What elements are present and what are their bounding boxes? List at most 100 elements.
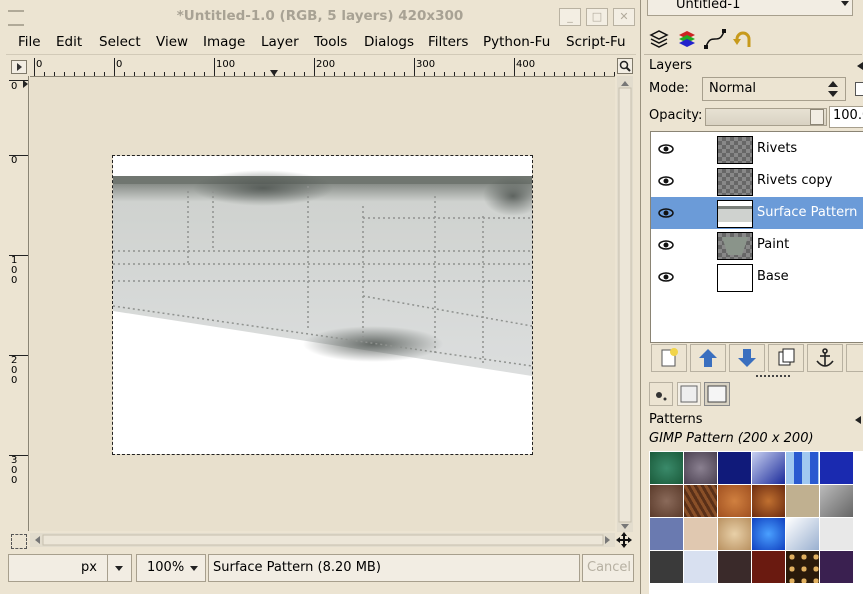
pattern-swatch[interactable] xyxy=(718,518,751,550)
menubar: File Edit Select View Image Layer Tools … xyxy=(6,30,636,55)
layer-row-rivets[interactable]: Rivets xyxy=(651,133,863,165)
pattern-swatch[interactable] xyxy=(752,485,785,517)
pattern-swatch[interactable] xyxy=(786,518,819,550)
pattern-swatch[interactable] xyxy=(820,452,853,484)
layer-name: Base xyxy=(757,269,789,284)
cancel-button[interactable]: Cancel xyxy=(582,554,634,582)
pattern-swatch[interactable] xyxy=(786,452,819,484)
menu-file[interactable]: File xyxy=(18,34,41,50)
pattern-swatch[interactable] xyxy=(752,551,785,583)
eye-icon[interactable] xyxy=(658,173,674,189)
pattern-swatch[interactable] xyxy=(752,518,785,550)
layer-thumbnail xyxy=(717,168,753,196)
canvas-menu-button[interactable] xyxy=(11,60,27,74)
undo-icon xyxy=(733,31,751,47)
zoom-navigate-button[interactable] xyxy=(617,58,633,74)
pattern-swatch[interactable] xyxy=(684,551,717,583)
pattern-swatch[interactable] xyxy=(820,518,853,550)
menu-dialogs[interactable]: Dialogs xyxy=(364,34,414,50)
image-menu[interactable]: Untitled-1 xyxy=(647,0,853,16)
title-bar[interactable]: *Untitled-1.0 (RGB, 5 layers) 420x300 _ … xyxy=(0,0,640,32)
up-down-arrows-icon xyxy=(828,81,838,97)
horizontal-scrollbar[interactable] xyxy=(30,533,615,547)
pattern-swatch[interactable] xyxy=(650,551,683,583)
eye-icon[interactable] xyxy=(658,269,674,285)
menu-layer[interactable]: Layer xyxy=(261,34,299,50)
menu-view[interactable]: View xyxy=(156,34,188,50)
duplicate-icon xyxy=(778,348,795,366)
pattern-swatch[interactable] xyxy=(684,518,717,550)
menu-filters[interactable]: Filters xyxy=(428,34,468,50)
layer-row-surface-pattern[interactable]: Surface Pattern xyxy=(651,197,863,229)
tab-channels[interactable] xyxy=(675,27,699,51)
pattern-swatch[interactable] xyxy=(650,518,683,550)
arrow-up-icon xyxy=(699,349,717,367)
delete-layer-button[interactable] xyxy=(846,344,863,372)
mode-select[interactable]: Normal xyxy=(702,77,846,101)
zoom-select[interactable]: 100% xyxy=(136,554,206,582)
layer-row-paint[interactable]: Paint xyxy=(651,229,863,261)
new-layer-button[interactable] xyxy=(651,344,687,372)
pattern-swatch[interactable] xyxy=(820,551,853,583)
pattern-swatch[interactable] xyxy=(718,452,751,484)
eye-icon[interactable] xyxy=(658,237,674,253)
layer-row-rivets-copy[interactable]: Rivets copy xyxy=(651,165,863,197)
layers-icon xyxy=(649,30,669,48)
menu-tools[interactable]: Tools xyxy=(314,34,347,50)
layer-name: Rivets xyxy=(757,141,798,156)
opacity-field[interactable]: 100.0 xyxy=(829,106,863,128)
anchor-icon xyxy=(816,348,834,367)
tab-layers[interactable] xyxy=(647,27,671,51)
dock-separator-grip[interactable] xyxy=(756,375,790,380)
eye-icon[interactable] xyxy=(658,205,674,221)
horizontal-ruler[interactable]: 0 0 100 200 300 400 xyxy=(30,58,615,77)
vertical-scrollbar[interactable] xyxy=(617,76,633,532)
opacity-label: Opacity: xyxy=(649,108,703,123)
pattern-swatch[interactable] xyxy=(786,485,819,517)
zoom-value: 100% xyxy=(147,560,185,575)
duplicate-layer-button[interactable] xyxy=(768,344,804,372)
arrow-right-icon xyxy=(17,63,22,71)
tab-paths[interactable] xyxy=(703,27,727,51)
raise-layer-button[interactable] xyxy=(690,344,726,372)
window-title: *Untitled-1.0 (RGB, 5 layers) 420x300 xyxy=(176,8,464,24)
brush-icon xyxy=(656,392,667,401)
menu-python-fu[interactable]: Python-Fu xyxy=(483,34,550,50)
pattern-swatch[interactable] xyxy=(650,452,683,484)
dock-menu-arrow-icon[interactable] xyxy=(853,414,863,424)
menu-image[interactable]: Image xyxy=(203,34,245,50)
pattern-swatch[interactable] xyxy=(684,485,717,517)
opacity-slider-handle[interactable] xyxy=(810,109,824,125)
lower-layer-button[interactable] xyxy=(729,344,765,372)
vertical-ruler[interactable]: 0 0 100 200 300 xyxy=(9,76,29,531)
pattern-swatch[interactable] xyxy=(718,551,751,583)
eye-icon[interactable] xyxy=(658,141,674,157)
tab-brushes[interactable] xyxy=(649,382,673,406)
menu-script-fu[interactable]: Script-Fu xyxy=(566,34,626,50)
tab-gradients[interactable] xyxy=(704,382,730,406)
maximize-button[interactable]: □ xyxy=(586,8,608,26)
image-canvas[interactable] xyxy=(112,155,543,455)
menu-edit[interactable]: Edit xyxy=(56,34,82,50)
tab-patterns[interactable] xyxy=(677,382,701,406)
quick-mask-toggle[interactable] xyxy=(11,534,27,549)
opacity-slider[interactable] xyxy=(705,108,827,126)
unit-dropdown[interactable] xyxy=(107,555,130,581)
anchor-layer-button[interactable] xyxy=(807,344,843,372)
pattern-swatch[interactable] xyxy=(684,452,717,484)
close-button[interactable]: ✕ xyxy=(613,8,635,26)
dock-menu-arrow-icon[interactable] xyxy=(855,60,863,70)
pattern-swatch[interactable] xyxy=(718,485,751,517)
pattern-swatch[interactable] xyxy=(650,485,683,517)
lock-checkbox[interactable] xyxy=(855,82,863,96)
minimize-button[interactable]: _ xyxy=(559,8,581,26)
pattern-swatch[interactable] xyxy=(820,485,853,517)
layer-row-base[interactable]: Base xyxy=(651,261,863,293)
pattern-swatch[interactable] xyxy=(752,452,785,484)
menu-select[interactable]: Select xyxy=(99,34,141,50)
layer-name: Paint xyxy=(757,237,790,252)
pattern-swatch[interactable] xyxy=(786,551,819,583)
current-pattern-name: GIMP Pattern (200 x 200) xyxy=(649,431,814,446)
tab-undo-history[interactable] xyxy=(731,27,755,51)
navigate-icon[interactable] xyxy=(616,532,632,548)
